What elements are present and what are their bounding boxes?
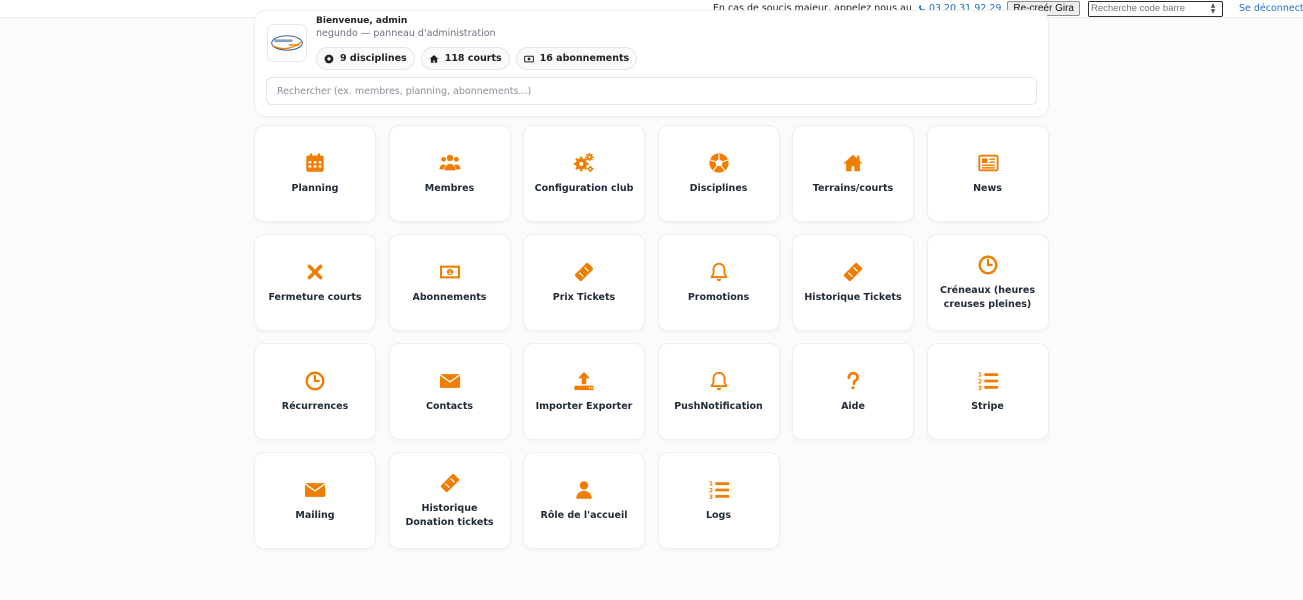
spin-down-icon: ▼	[1210, 7, 1216, 15]
panel-subtitle: negundo — panneau d'administration	[316, 28, 496, 39]
tile-label: News	[973, 182, 1002, 194]
tile-label: Disciplines	[689, 182, 748, 194]
stat-courts: 118 courts	[420, 47, 510, 70]
tile-help[interactable]: Aide	[792, 343, 914, 440]
tile-club-config[interactable]: Configuration club	[523, 125, 645, 222]
tile-contacts[interactable]: Contacts	[388, 343, 511, 440]
menu-grid: Planning Membres Configuration club Disc…	[254, 125, 1049, 549]
tile-members[interactable]: Membres	[388, 125, 511, 222]
tile-label: PushNotification	[674, 400, 763, 412]
tile-recurrences[interactable]: Récurrences	[254, 343, 376, 440]
tile-news[interactable]: News	[926, 125, 1049, 222]
bell-icon	[708, 261, 730, 283]
tile-label: Logs	[705, 509, 732, 521]
tile-label: Configuration club	[534, 182, 634, 194]
svg-text:2: 2	[708, 487, 712, 494]
home-icon	[429, 54, 439, 63]
stat-subscriptions-label: 16 abonnements	[539, 53, 630, 64]
tile-disciplines[interactable]: Disciplines	[657, 125, 780, 222]
tile-push-notification[interactable]: PushNotification	[657, 343, 780, 440]
svg-text:1: 1	[448, 269, 451, 275]
bell-icon	[708, 370, 730, 392]
tile-label: Prix Tickets	[552, 291, 616, 303]
soccer-ball-icon	[708, 152, 730, 174]
logout-link[interactable]: Se déconnecter	[1239, 3, 1303, 14]
tile-label: Importer Exporter	[535, 400, 633, 412]
tile-promotions[interactable]: Promotions	[657, 234, 780, 331]
tile-label: Mailing	[295, 509, 335, 521]
admin-search-input[interactable]	[277, 85, 1036, 97]
admin-search	[266, 77, 1037, 105]
tile-label: Créneaux (heures creuses pleines)	[939, 284, 1035, 310]
money-bill-icon	[523, 55, 534, 62]
tile-label: Historique Tickets	[804, 291, 902, 303]
admin-header-card: Bienvenue, admin negundo — panneau d'adm…	[254, 10, 1049, 117]
clock-icon	[977, 254, 999, 276]
tile-label: Abonnements	[412, 291, 487, 303]
tile-label: Fermeture courts	[268, 291, 362, 303]
svg-text:3: 3	[708, 494, 712, 501]
tile-label: Historique Donation tickets	[405, 502, 494, 528]
stat-subscriptions: 16 abonnements	[515, 47, 638, 70]
tile-import-export[interactable]: Importer Exporter	[523, 343, 645, 440]
upload-icon	[573, 370, 595, 392]
users-icon	[438, 152, 461, 174]
tile-planning[interactable]: Planning	[254, 125, 376, 222]
barcode-search: ▲▼	[1088, 0, 1223, 17]
svg-text:3: 3	[977, 385, 981, 392]
tile-donation-history[interactable]: Historique Donation tickets	[388, 452, 511, 549]
ordered-list-icon: 123	[977, 370, 999, 392]
envelope-icon	[439, 370, 461, 392]
barcode-search-input[interactable]	[1089, 1, 1207, 16]
tile-courts[interactable]: Terrains/courts	[792, 125, 914, 222]
tile-subscriptions[interactable]: 1 Abonnements	[388, 234, 511, 331]
tile-court-closure[interactable]: Fermeture courts	[254, 234, 376, 331]
cogs-icon	[573, 152, 595, 174]
tile-label: Contacts	[425, 400, 474, 412]
svg-text:1: 1	[977, 371, 981, 378]
home-icon	[842, 152, 864, 174]
tile-time-slots[interactable]: Créneaux (heures creuses pleines)	[926, 234, 1049, 331]
tile-label: Membres	[424, 182, 475, 194]
tile-reception-role[interactable]: Rôle de l'accueil	[523, 452, 645, 549]
stats-pills: 9 disciplines 118 courts 16 abonnements	[316, 47, 638, 70]
stat-disciplines-label: 9 disciplines	[340, 53, 407, 64]
ordered-list-icon: 123	[708, 479, 730, 501]
tile-ticket-history[interactable]: Historique Tickets	[792, 234, 914, 331]
envelope-icon	[304, 479, 326, 501]
calendar-icon	[304, 152, 326, 174]
club-logo	[267, 24, 307, 62]
tile-label: Terrains/courts	[812, 182, 894, 194]
ticket-icon	[439, 472, 461, 494]
tile-label: Promotions	[687, 291, 750, 303]
tile-label: Stripe	[971, 400, 1004, 412]
negundo-logo-icon	[271, 35, 303, 51]
soccer-ball-icon	[324, 54, 334, 63]
tile-ticket-prices[interactable]: Prix Tickets	[523, 234, 645, 331]
stat-courts-label: 118 courts	[444, 53, 502, 64]
barcode-spinner[interactable]: ▲ ▼	[1207, 2, 1219, 15]
tile-label: Rôle de l'accueil	[540, 509, 628, 521]
welcome-text: Bienvenue, admin	[316, 16, 408, 26]
svg-text:2: 2	[977, 378, 981, 385]
question-icon	[842, 370, 864, 392]
close-icon	[304, 261, 326, 283]
ticket-icon	[842, 261, 864, 283]
tile-label: Aide	[841, 400, 865, 412]
ticket-icon	[573, 261, 595, 283]
newspaper-icon	[977, 152, 999, 174]
clock-icon	[304, 370, 326, 392]
money-bill-icon: 1	[439, 261, 461, 283]
stat-disciplines: 9 disciplines	[316, 47, 415, 70]
user-icon	[573, 479, 595, 501]
tile-label: Planning	[291, 182, 339, 194]
svg-text:1: 1	[708, 480, 712, 487]
tile-mailing[interactable]: Mailing	[254, 452, 376, 549]
tile-label: Récurrences	[281, 400, 349, 412]
tile-logs[interactable]: 123 Logs	[657, 452, 780, 549]
tile-stripe[interactable]: 123 Stripe	[926, 343, 1049, 440]
